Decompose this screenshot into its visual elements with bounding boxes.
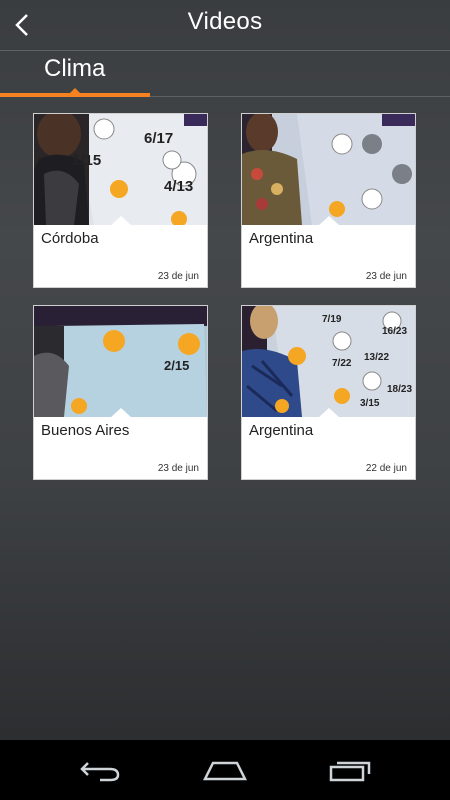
video-title: Córdoba xyxy=(41,230,99,247)
video-title: Argentina xyxy=(249,230,314,247)
system-navigation-bar xyxy=(0,740,450,800)
app-header: Videos xyxy=(0,0,450,51)
play-indicator xyxy=(110,408,132,417)
map-temp-label: 16/23 xyxy=(382,326,408,337)
nav-back-button[interactable] xyxy=(60,740,140,800)
video-date: 22 de jun xyxy=(365,463,407,474)
video-card[interactable]: 6/17 1/15 4/13 Córdoba 23 de jun xyxy=(33,113,208,288)
recent-apps-icon xyxy=(329,761,371,782)
play-indicator xyxy=(318,216,340,225)
map-temp-label: 4/13 xyxy=(164,178,194,195)
map-temp-label: 3/15 xyxy=(360,398,380,409)
video-date: 23 de jun xyxy=(157,463,199,474)
page-title: Videos xyxy=(187,8,263,35)
home-icon xyxy=(202,761,248,781)
nav-recent-apps-button[interactable] xyxy=(310,740,390,800)
nav-home-button[interactable] xyxy=(185,740,265,800)
play-indicator xyxy=(318,408,340,417)
video-card[interactable]: 2/15 Buenos Aires 23 de jun xyxy=(33,305,208,480)
tab-bar: Clima xyxy=(0,51,450,97)
video-thumbnail xyxy=(242,114,415,225)
video-card[interactable]: Argentina 23 de jun xyxy=(241,113,416,288)
map-temp-label: 7/22 xyxy=(332,358,352,369)
video-thumbnail: 2/15 xyxy=(34,306,207,417)
video-title: Buenos Aires xyxy=(41,422,130,439)
map-temp-label: 6/17 xyxy=(144,130,174,147)
back-icon xyxy=(80,762,120,782)
active-tab-indicator xyxy=(0,93,150,97)
tab-label: Clima xyxy=(44,55,106,82)
map-temp-label: 1/15 xyxy=(72,152,102,169)
map-temp-label: 7/19 xyxy=(322,314,342,325)
play-indicator xyxy=(110,216,132,225)
video-card[interactable]: 7/19 16/23 7/22 13/22 3/15 18/23 Argenti… xyxy=(241,305,416,480)
map-temp-label: 18/23 xyxy=(387,384,413,395)
video-title: Argentina xyxy=(249,422,314,439)
video-date: 23 de jun xyxy=(157,271,199,282)
map-temp-label: 13/22 xyxy=(364,352,390,363)
tab-clima[interactable]: Clima xyxy=(0,51,150,97)
video-thumbnail: 7/19 16/23 7/22 13/22 3/15 18/23 xyxy=(242,306,415,417)
video-thumbnail: 6/17 1/15 4/13 xyxy=(34,114,207,225)
video-date: 23 de jun xyxy=(365,271,407,282)
map-temp-label: 2/15 xyxy=(164,358,190,373)
